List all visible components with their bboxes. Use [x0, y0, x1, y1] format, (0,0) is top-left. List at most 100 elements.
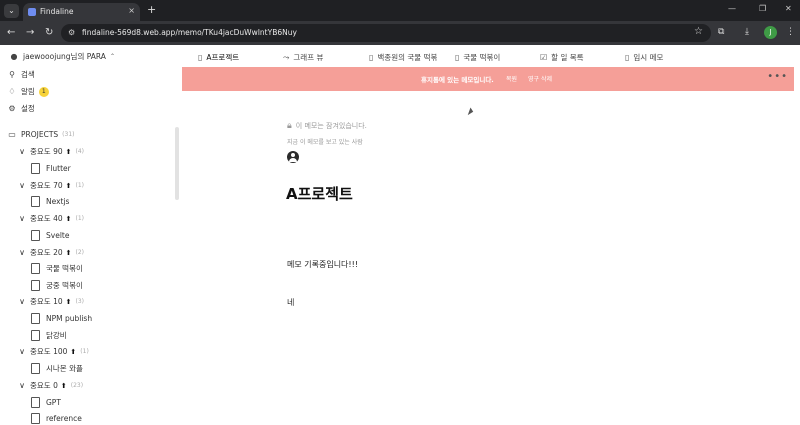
- document-icon: [31, 413, 40, 424]
- browser-toolbar: ← → ↻ ⚙ findaline-569d8.web.app/memo/TKu…: [0, 21, 800, 45]
- tab-a-project[interactable]: ▯ A프로젝트: [198, 52, 239, 63]
- lock-notice: 🔒︎ 이 메모는 잠겨있습니다.: [287, 121, 367, 131]
- tab-close-icon[interactable]: ×: [128, 6, 135, 15]
- user-icon: ●: [10, 52, 18, 61]
- list-item-label: GPT: [46, 398, 61, 407]
- list-item[interactable]: reference: [31, 413, 82, 424]
- group-label: 중요도 20: [30, 248, 63, 257]
- arrow-up-icon: ⬆: [65, 147, 72, 156]
- group-count: (3): [75, 298, 85, 305]
- tab-todo-list[interactable]: ☑ 할 일 목록: [540, 52, 584, 63]
- list-item[interactable]: 닭강비: [31, 330, 67, 341]
- group-label: 중요도 70: [30, 181, 63, 190]
- list-item[interactable]: GPT: [31, 397, 61, 408]
- tab-label: 임시 메모: [633, 53, 664, 62]
- graph-icon: ⤳: [283, 52, 290, 62]
- tab-search-button[interactable]: ⌄: [4, 4, 19, 18]
- group-label: 중요도 90: [30, 147, 63, 156]
- document-icon: [31, 397, 40, 408]
- group-count: (1): [80, 348, 89, 355]
- arrow-up-icon: ⬆: [65, 248, 72, 257]
- new-tab-button[interactable]: +: [147, 3, 156, 16]
- extensions-icon[interactable]: ⧉: [718, 27, 724, 37]
- minimize-icon[interactable]: —: [728, 4, 736, 13]
- memo-title[interactable]: A프로젝트: [286, 183, 353, 204]
- workspace-switcher[interactable]: ● jaewooojung님의 PARA ⌃: [9, 51, 115, 62]
- projects-section[interactable]: ▭ PROJECTS (31): [7, 130, 74, 139]
- group-header[interactable]: ∨ 중요도 40 ⬆ (1): [17, 213, 84, 224]
- address-bar[interactable]: ⚙ findaline-569d8.web.app/memo/TKu4jacDu…: [61, 24, 711, 42]
- arrow-up-icon: ⬆: [65, 214, 72, 223]
- trash-message: 휴지통에 있는 메모입니다.: [421, 76, 494, 84]
- document-icon: [31, 363, 40, 374]
- document-icon: [31, 263, 40, 274]
- document-icon: [31, 280, 40, 291]
- sidebar: ● jaewooojung님의 PARA ⌃ ⚲ 검색 ♢ 알림 1 ⚙ 설정 …: [0, 45, 182, 425]
- profile-avatar[interactable]: J: [764, 26, 777, 39]
- list-item[interactable]: 시나몬 와플: [31, 363, 83, 374]
- list-item[interactable]: Flutter: [31, 163, 71, 174]
- workspace-name: jaewooojung님의 PARA: [23, 52, 106, 61]
- maximize-icon[interactable]: ❐: [759, 4, 766, 13]
- sidebar-item-notifications[interactable]: ♢ 알림 1: [7, 86, 49, 97]
- reload-icon[interactable]: ↻: [45, 27, 53, 38]
- chevron-down-icon: ∨: [19, 214, 25, 223]
- arrow-up-icon: ⬆: [60, 381, 67, 390]
- download-icon[interactable]: ⤓: [745, 27, 749, 37]
- group-header[interactable]: ∨ 중요도 0 ⬆ (23): [17, 380, 83, 391]
- tab-title: Findaline: [40, 7, 74, 16]
- mouse-cursor-icon: [467, 107, 475, 117]
- delete-forever-button[interactable]: 영구 삭제: [528, 74, 552, 83]
- chevron-down-icon: ∨: [19, 381, 25, 390]
- group-header[interactable]: ∨ 중요도 70 ⬆ (1): [17, 180, 84, 191]
- arrow-up-icon: ⬆: [70, 347, 77, 356]
- list-item[interactable]: 궁중 떡볶이: [31, 280, 83, 291]
- url-text: findaline-569d8.web.app/memo/TKu4jacDuWw…: [82, 28, 297, 37]
- caret-icon: ⌃: [109, 53, 115, 60]
- tab-temp-memo[interactable]: ▯ 임시 메모: [625, 52, 663, 63]
- sidebar-item-label: 설정: [21, 104, 35, 113]
- list-item-label: Svelte: [46, 231, 70, 240]
- folder-icon: ▭: [8, 130, 16, 139]
- list-item[interactable]: Svelte: [31, 230, 69, 241]
- trash-banner: 휴지통에 있는 메모입니다. 복원 영구 삭제 •••: [182, 67, 794, 91]
- memo-paragraph[interactable]: 메모 기록중입니다!!!: [287, 259, 358, 270]
- group-header[interactable]: ∨ 중요도 90 ⬆ (4): [17, 146, 84, 157]
- group-header[interactable]: ∨ 중요도 10 ⬆ (3): [17, 296, 84, 307]
- sidebar-item-search[interactable]: ⚲ 검색: [7, 69, 35, 80]
- list-item[interactable]: 국물 떡볶이: [31, 263, 83, 274]
- list-item[interactable]: Nextjs: [31, 196, 69, 207]
- tab-memo-4[interactable]: ▯ 국물 떡볶이: [455, 52, 500, 63]
- document-icon: [31, 163, 40, 174]
- sidebar-item-settings[interactable]: ⚙ 설정: [7, 103, 35, 114]
- bookmark-star-icon[interactable]: ☆: [694, 26, 703, 37]
- restore-button[interactable]: 복원: [506, 74, 517, 83]
- list-item[interactable]: NPM publish: [31, 313, 92, 324]
- group-label: 중요도 0: [30, 381, 58, 390]
- forward-icon[interactable]: →: [26, 27, 34, 38]
- back-icon[interactable]: ←: [7, 27, 15, 38]
- gear-icon: ⚙: [8, 104, 16, 113]
- tab-graph-view[interactable]: ⤳ 그래프 뷰: [283, 52, 323, 63]
- browser-tabstrip: ⌄ Findaline × + — ❐ ✕: [0, 0, 800, 21]
- window-close-icon[interactable]: ✕: [785, 4, 792, 13]
- group-header[interactable]: ∨ 중요도 20 ⬆ (2): [17, 247, 84, 258]
- group-count: (1): [75, 215, 85, 222]
- notification-badge: 1: [38, 86, 49, 97]
- group-header[interactable]: ∨ 중요도 100 ⬆ (1): [17, 346, 89, 357]
- more-options-icon[interactable]: •••: [767, 71, 788, 82]
- document-icon: ▯: [455, 53, 460, 62]
- site-info-icon[interactable]: ⚙: [68, 28, 75, 37]
- lock-text: 이 메모는 잠겨있습니다.: [295, 122, 367, 130]
- tab-label: 그래프 뷰: [293, 53, 324, 62]
- list-item-label: 시나몬 와플: [46, 364, 83, 373]
- tab-memo-3[interactable]: ▯ 백종원의 국물 떡볶: [369, 52, 437, 63]
- memo-paragraph[interactable]: 네: [287, 297, 294, 308]
- chevron-down-icon: ∨: [19, 248, 25, 257]
- sidebar-item-label: 검색: [21, 70, 35, 79]
- browser-tab[interactable]: Findaline ×: [23, 3, 140, 21]
- sidebar-scrollbar[interactable]: [175, 127, 179, 200]
- list-item-label: 국물 떡볶이: [46, 264, 83, 273]
- chevron-down-icon: ∨: [19, 347, 25, 356]
- browser-menu-icon[interactable]: ⋮: [786, 27, 795, 37]
